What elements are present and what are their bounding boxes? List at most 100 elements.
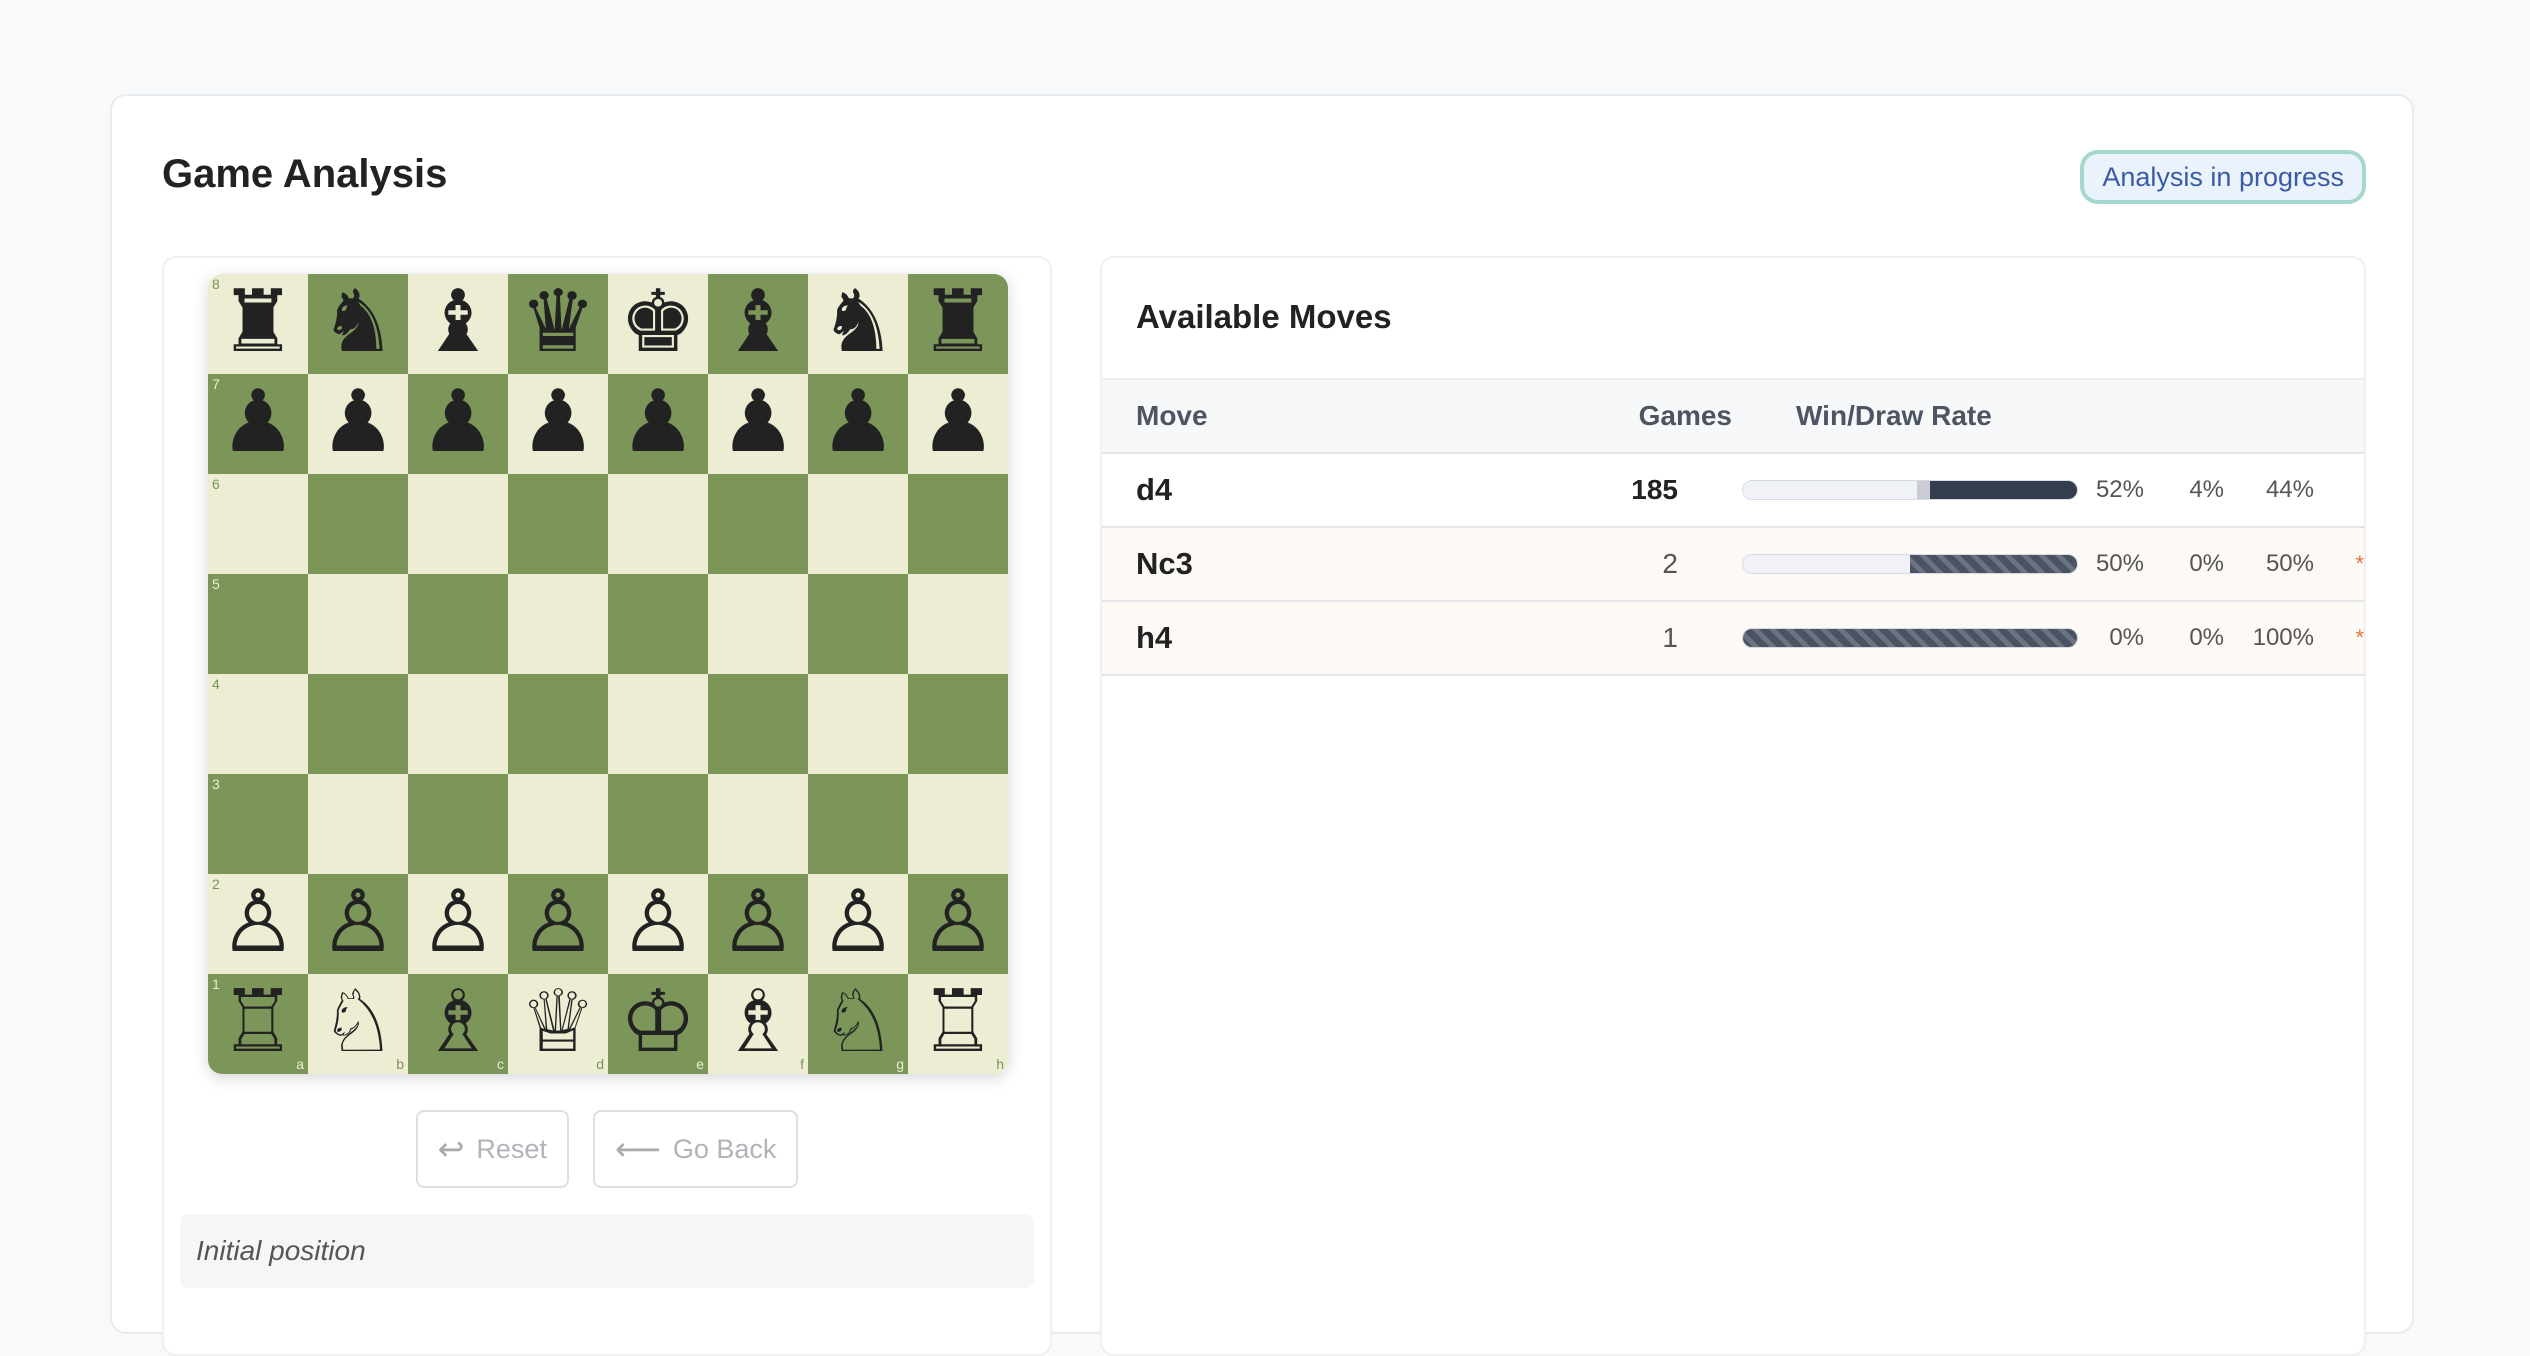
square-c2[interactable]: ♙	[408, 874, 508, 974]
chess-piece[interactable]: ♟	[219, 379, 296, 465]
square-e3[interactable]	[608, 774, 708, 874]
chess-piece[interactable]: ♙	[619, 879, 696, 965]
chess-piece[interactable]: ♔	[619, 979, 696, 1065]
square-a5[interactable]: 5	[208, 574, 308, 674]
square-b7[interactable]: ♟	[308, 374, 408, 474]
chess-piece[interactable]: ♞	[319, 279, 396, 365]
chess-piece[interactable]: ♖	[919, 979, 996, 1065]
square-b6[interactable]	[308, 474, 408, 574]
chess-piece[interactable]: ♙	[919, 879, 996, 965]
square-f8[interactable]: ♝	[708, 274, 808, 374]
square-e2[interactable]: ♙	[608, 874, 708, 974]
reset-button[interactable]: ↩ Reset	[415, 1110, 569, 1188]
square-e5[interactable]	[608, 574, 708, 674]
chess-piece[interactable]: ♟	[419, 379, 496, 465]
square-f6[interactable]	[708, 474, 808, 574]
square-c7[interactable]: ♟	[408, 374, 508, 474]
square-f3[interactable]	[708, 774, 808, 874]
square-b8[interactable]: ♞	[308, 274, 408, 374]
chess-piece[interactable]: ♖	[219, 979, 296, 1065]
square-h8[interactable]: ♜	[908, 274, 1008, 374]
square-g1[interactable]: ♘ g	[808, 974, 908, 1074]
chess-piece[interactable]: ♜	[219, 279, 296, 365]
square-a2[interactable]: ♙ 2	[208, 874, 308, 974]
square-d2[interactable]: ♙	[508, 874, 608, 974]
chess-piece[interactable]: ♟	[519, 379, 596, 465]
square-d8[interactable]: ♛	[508, 274, 608, 374]
square-g3[interactable]	[808, 774, 908, 874]
square-c1[interactable]: ♗ c	[408, 974, 508, 1074]
chess-piece[interactable]: ♜	[919, 279, 996, 365]
chess-piece[interactable]: ♙	[319, 879, 396, 965]
chess-piece[interactable]: ♙	[719, 879, 796, 965]
chess-board[interactable]: ♜ 8 ♞ ♝ ♛ ♚ ♝ ♞ ♜ ♟ 7 ♟ ♟ ♟ ♟ ♟ ♟ ♟ 6 5 4 3 ♙ 2 ♙ ♙ ♙ ♙ ♙ ♙ ♙ ♖ 1 a ♘ b ♗ c ♕ d…	[208, 274, 1008, 1074]
square-e8[interactable]: ♚	[608, 274, 708, 374]
square-h1[interactable]: ♖ h	[908, 974, 1008, 1074]
chess-piece[interactable]: ♟	[719, 379, 796, 465]
square-f1[interactable]: ♗ f	[708, 974, 808, 1074]
square-h4[interactable]	[908, 674, 1008, 774]
square-h6[interactable]	[908, 474, 1008, 574]
square-c6[interactable]	[408, 474, 508, 574]
square-b2[interactable]: ♙	[308, 874, 408, 974]
square-d4[interactable]	[508, 674, 608, 774]
chess-piece[interactable]: ♞	[819, 279, 896, 365]
chess-piece[interactable]: ♚	[619, 279, 696, 365]
square-g5[interactable]	[808, 574, 908, 674]
square-a4[interactable]: 4	[208, 674, 308, 774]
square-b1[interactable]: ♘ b	[308, 974, 408, 1074]
chess-piece[interactable]: ♟	[919, 379, 996, 465]
square-e7[interactable]: ♟	[608, 374, 708, 474]
square-g8[interactable]: ♞	[808, 274, 908, 374]
square-g2[interactable]: ♙	[808, 874, 908, 974]
square-e1[interactable]: ♔ e	[608, 974, 708, 1074]
square-g4[interactable]	[808, 674, 908, 774]
square-d1[interactable]: ♕ d	[508, 974, 608, 1074]
square-g7[interactable]: ♟	[808, 374, 908, 474]
chess-piece[interactable]: ♙	[219, 879, 296, 965]
chess-piece[interactable]: ♙	[819, 879, 896, 965]
square-e4[interactable]	[608, 674, 708, 774]
chess-piece[interactable]: ♙	[519, 879, 596, 965]
move-row[interactable]: Nc3 2 50% 0% 50% *	[1102, 528, 2364, 602]
chess-piece[interactable]: ♕	[519, 979, 596, 1065]
chess-piece[interactable]: ♟	[619, 379, 696, 465]
square-f2[interactable]: ♙	[708, 874, 808, 974]
chess-piece[interactable]: ♟	[319, 379, 396, 465]
chess-piece[interactable]: ♟	[819, 379, 896, 465]
square-f5[interactable]	[708, 574, 808, 674]
chess-piece[interactable]: ♙	[419, 879, 496, 965]
square-a8[interactable]: ♜ 8	[208, 274, 308, 374]
square-h2[interactable]: ♙	[908, 874, 1008, 974]
go-back-button[interactable]: ⟵ Go Back	[592, 1110, 799, 1188]
square-d6[interactable]	[508, 474, 608, 574]
square-h5[interactable]	[908, 574, 1008, 674]
chess-piece[interactable]: ♗	[419, 979, 496, 1065]
square-a6[interactable]: 6	[208, 474, 308, 574]
square-h3[interactable]	[908, 774, 1008, 874]
square-e6[interactable]	[608, 474, 708, 574]
chess-piece[interactable]: ♘	[319, 979, 396, 1065]
chess-piece[interactable]: ♝	[419, 279, 496, 365]
chess-piece[interactable]: ♛	[519, 279, 596, 365]
square-d3[interactable]	[508, 774, 608, 874]
move-row[interactable]: d4 185 52% 4% 44%	[1102, 454, 2364, 528]
square-d5[interactable]	[508, 574, 608, 674]
square-d7[interactable]: ♟	[508, 374, 608, 474]
chess-piece[interactable]: ♗	[719, 979, 796, 1065]
chess-piece[interactable]: ♘	[819, 979, 896, 1065]
square-c8[interactable]: ♝	[408, 274, 508, 374]
square-a1[interactable]: ♖ 1 a	[208, 974, 308, 1074]
square-h7[interactable]: ♟	[908, 374, 1008, 474]
square-c3[interactable]	[408, 774, 508, 874]
square-g6[interactable]	[808, 474, 908, 574]
square-b4[interactable]	[308, 674, 408, 774]
square-f4[interactable]	[708, 674, 808, 774]
square-f7[interactable]: ♟	[708, 374, 808, 474]
move-row[interactable]: h4 1 0% 0% 100% *	[1102, 602, 2364, 676]
chess-piece[interactable]: ♝	[719, 279, 796, 365]
square-b3[interactable]	[308, 774, 408, 874]
square-c4[interactable]	[408, 674, 508, 774]
square-a3[interactable]: 3	[208, 774, 308, 874]
square-b5[interactable]	[308, 574, 408, 674]
